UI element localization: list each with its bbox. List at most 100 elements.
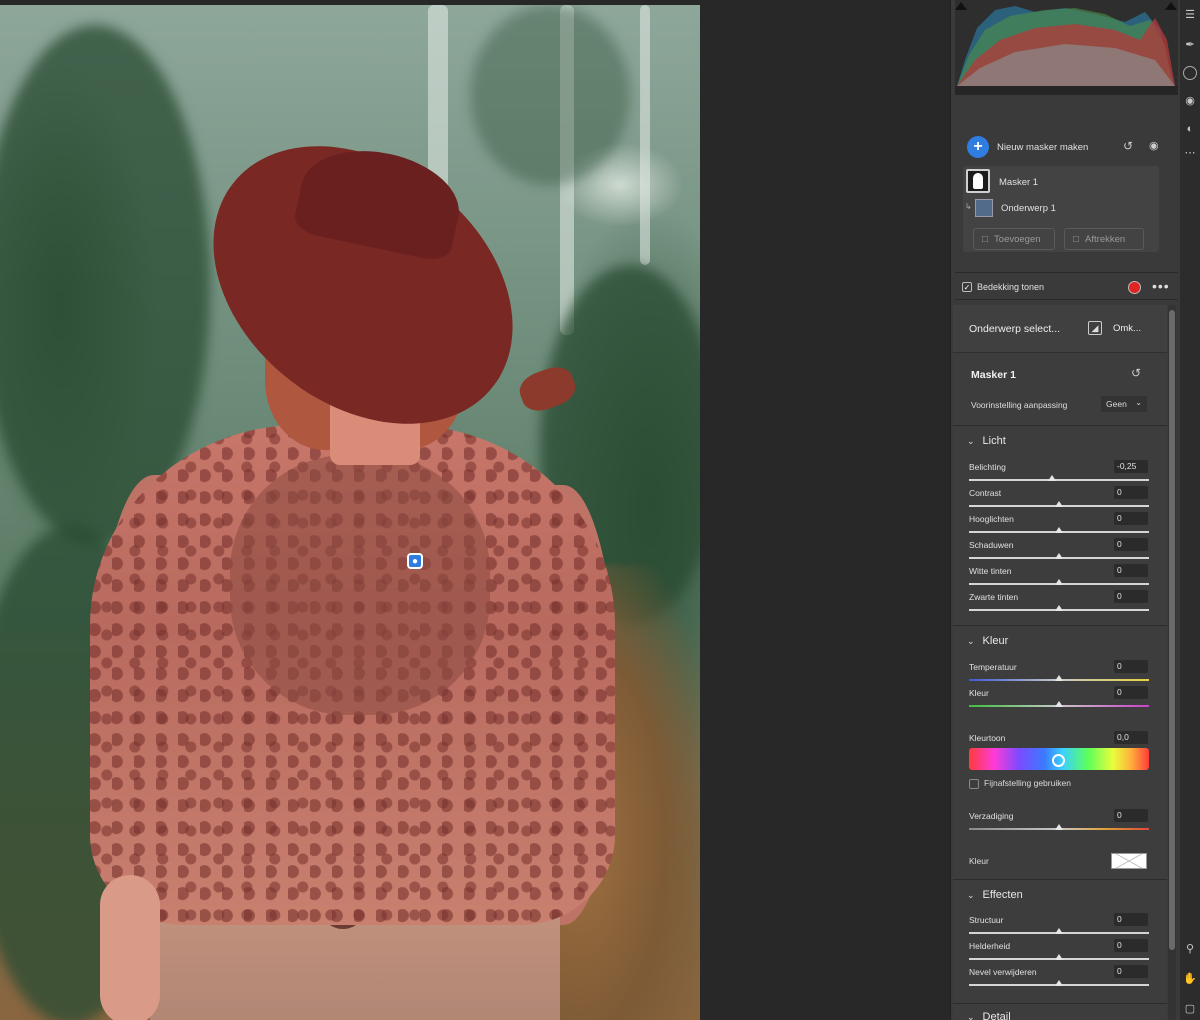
subject-icon[interactable]: [972, 196, 996, 220]
divider: [953, 879, 1167, 880]
foliage: [470, 5, 630, 185]
slider-value[interactable]: 0: [1114, 913, 1148, 926]
slider-knob[interactable]: [1047, 475, 1056, 481]
section-color-title: Kleur: [982, 635, 1009, 647]
slider-knob[interactable]: [1055, 501, 1063, 507]
divider: [953, 625, 1167, 626]
tint-knob[interactable]: [1055, 701, 1063, 707]
slider-row[interactable]: Belichting -0,25: [969, 460, 1149, 488]
slider-value[interactable]: 0: [1114, 590, 1148, 603]
reset-mask-icon[interactable]: ↺: [1131, 366, 1141, 380]
brush-icon[interactable]: ✒: [1183, 38, 1197, 52]
slider-row[interactable]: Zwarte tinten 0: [969, 590, 1149, 618]
overlay-label: Bedekking tonen: [977, 282, 1045, 292]
slider-value[interactable]: 0: [1114, 486, 1148, 499]
slider-label: Contrast: [969, 488, 1002, 498]
slider-row[interactable]: Helderheid 0: [969, 939, 1149, 967]
hue-value[interactable]: 0,0: [1114, 731, 1148, 744]
slider-track[interactable]: [969, 479, 1149, 481]
slider-value[interactable]: 0: [1114, 512, 1148, 525]
hand-icon[interactable]: ✋: [1183, 972, 1197, 986]
reset-icon[interactable]: ↺: [1123, 139, 1133, 153]
invert-icon[interactable]: ◢: [1088, 321, 1102, 335]
preset-dropdown[interactable]: Geen ⌄: [1101, 396, 1147, 412]
mask-section: + Nieuw masker maken ↺ ◉ Masker 1 ↳ Onde…: [955, 120, 1178, 270]
slider-knob[interactable]: [1055, 527, 1063, 533]
slider-row[interactable]: Contrast 0: [969, 486, 1149, 514]
slider-knob[interactable]: [1055, 980, 1063, 986]
tint-value[interactable]: 0: [1114, 686, 1148, 699]
mask-item-label[interactable]: Masker 1: [999, 177, 1038, 188]
slider-row[interactable]: Witte tinten 0: [969, 564, 1149, 592]
slider-knob[interactable]: [1055, 954, 1063, 960]
overlay-color-swatch[interactable]: [1128, 281, 1141, 294]
temperature-value[interactable]: 0: [1114, 660, 1148, 673]
selection-row: Onderwerp select... ◢ Omk...: [953, 305, 1167, 353]
histogram: [955, 0, 1178, 95]
selection-label[interactable]: Onderwerp select...: [969, 323, 1060, 335]
zoom-icon[interactable]: ⚲: [1183, 942, 1197, 956]
properties-panel: Onderwerp select... ◢ Omk... Masker 1 ↺ …: [953, 305, 1167, 1020]
tint-label: Kleur: [969, 688, 989, 698]
saturation-knob[interactable]: [1055, 824, 1063, 830]
hue-knob[interactable]: [1052, 754, 1065, 767]
histogram-graph: [955, 0, 1178, 95]
color-swatch[interactable]: [1111, 853, 1147, 869]
subtract-button[interactable]: □ Aftrekken: [1064, 228, 1144, 250]
fine-tune-checkbox[interactable]: [969, 779, 979, 789]
shadow-clipping-icon[interactable]: [955, 2, 967, 10]
mask-component-label[interactable]: Onderwerp 1: [1001, 203, 1056, 214]
slider-row[interactable]: Structuur 0: [969, 913, 1149, 941]
add-icon: □: [982, 233, 989, 245]
mask-pin-icon[interactable]: ●: [407, 553, 423, 569]
slider-label: Schaduwen: [969, 540, 1014, 550]
plus-icon[interactable]: +: [967, 136, 989, 158]
slider-knob[interactable]: [1055, 579, 1063, 585]
edit-icon[interactable]: ☰: [1183, 8, 1197, 22]
scrollbar-thumb[interactable]: [1169, 310, 1175, 950]
more-tools-icon[interactable]: ⋯: [1183, 146, 1197, 160]
section-detail-header[interactable]: ⌄ Detail: [967, 1011, 1181, 1020]
photo[interactable]: [0, 5, 700, 1020]
tool-strip: ☰ ✒ ◉ ◐ ⋯ ⚲ ✋ ▢: [1180, 0, 1200, 1020]
slider-value[interactable]: 0: [1114, 965, 1148, 978]
redeye-icon[interactable]: ◉: [1183, 94, 1197, 108]
slider-row[interactable]: Nevel verwijderen 0: [969, 965, 1149, 993]
highlight-clipping-icon[interactable]: [1165, 2, 1177, 10]
new-mask-label[interactable]: Nieuw masker maken: [997, 142, 1088, 153]
temperature-slider[interactable]: Temperatuur 0: [969, 660, 1149, 688]
presets-icon[interactable]: ◐: [1183, 122, 1197, 136]
preset-label: Voorinstelling aanpassing: [971, 400, 1068, 410]
slider-value[interactable]: -0,25: [1114, 460, 1148, 473]
slider-label: Hooglichten: [969, 514, 1014, 524]
divider: [953, 425, 1167, 426]
slider-knob[interactable]: [1055, 928, 1063, 934]
section-light-title: Licht: [982, 435, 1006, 447]
section-light-header[interactable]: ⌄ Licht: [967, 435, 1181, 447]
more-icon[interactable]: •••: [1152, 278, 1170, 294]
eye-icon[interactable]: ◉: [1149, 139, 1159, 152]
invert-label[interactable]: Omk...: [1113, 323, 1141, 334]
slider-row[interactable]: Schaduwen 0: [969, 538, 1149, 566]
slider-value[interactable]: 0: [1114, 939, 1148, 952]
sample-icon[interactable]: ▢: [1183, 1002, 1197, 1016]
saturation-value[interactable]: 0: [1114, 809, 1148, 822]
slider-value[interactable]: 0: [1114, 564, 1148, 577]
slider-knob[interactable]: [1055, 605, 1063, 611]
color-label: Kleur: [969, 856, 989, 866]
saturation-slider[interactable]: Verzadiging 0: [969, 809, 1149, 837]
temperature-knob[interactable]: [1055, 675, 1063, 681]
mask-icon[interactable]: [966, 169, 990, 193]
slider-row[interactable]: Hooglichten 0: [969, 512, 1149, 540]
overlay-checkbox[interactable]: ✓: [962, 282, 972, 292]
slider-label: Belichting: [969, 462, 1006, 472]
tint-slider[interactable]: Kleur 0: [969, 686, 1149, 714]
add-button[interactable]: □ Toevoegen: [973, 228, 1055, 250]
section-effects-header[interactable]: ⌄ Effecten: [967, 889, 1181, 901]
section-color-header[interactable]: ⌄ Kleur: [967, 635, 1181, 647]
subtract-button-label: Aftrekken: [1085, 233, 1126, 245]
mask-tool-icon[interactable]: [1183, 66, 1197, 80]
slider-knob[interactable]: [1055, 553, 1063, 559]
canvas-area[interactable]: ●: [0, 0, 955, 1020]
slider-value[interactable]: 0: [1114, 538, 1148, 551]
